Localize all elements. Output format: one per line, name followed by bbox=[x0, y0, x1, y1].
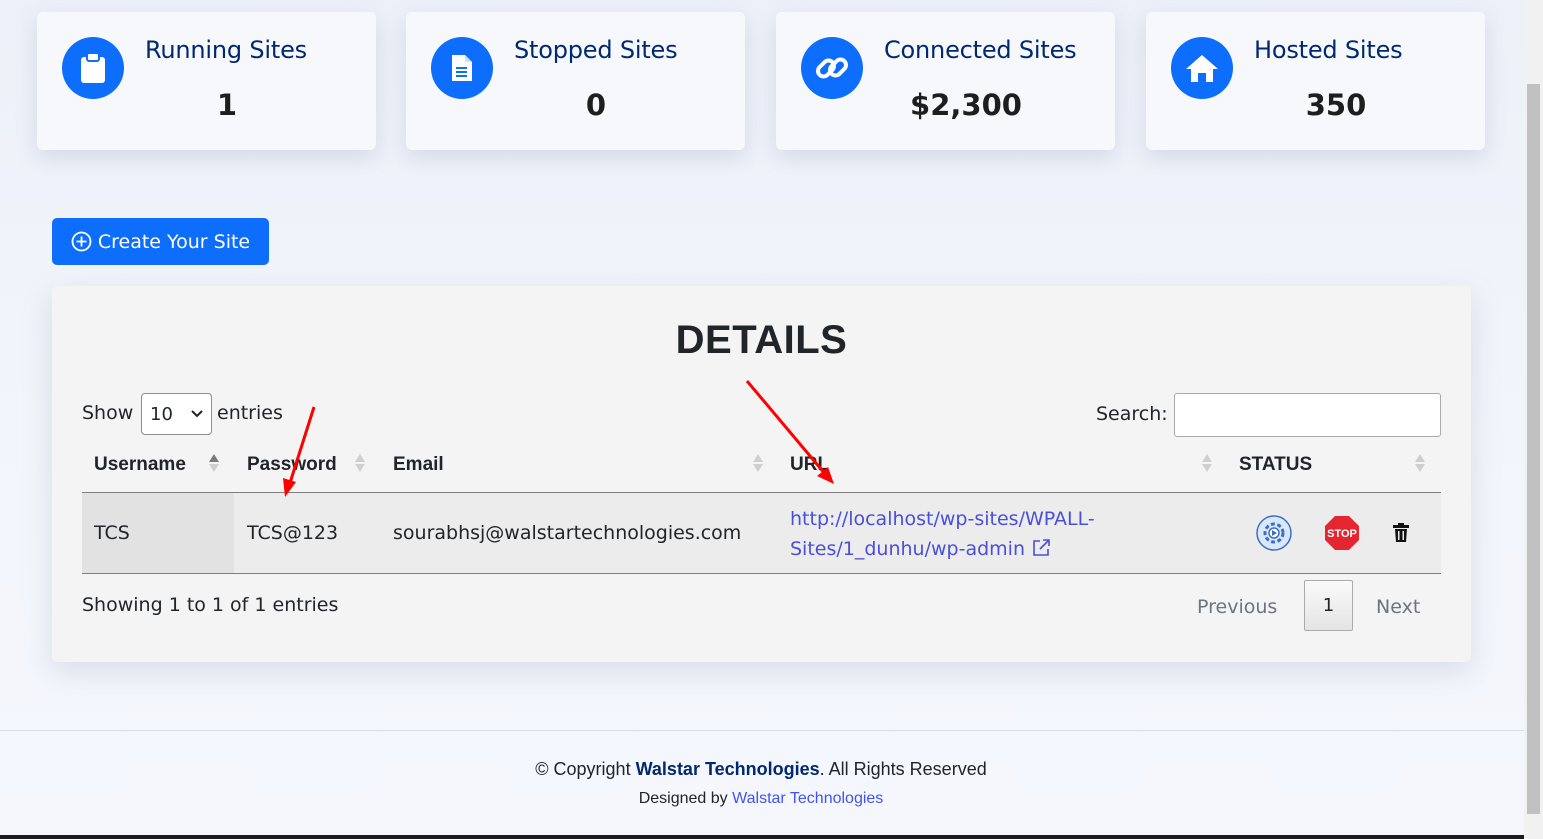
stat-card-connected: Connected Sites $2,300 bbox=[776, 12, 1115, 150]
scrollbar-thumb[interactable] bbox=[1527, 84, 1540, 814]
cell-email: sourabhsj@walstartechnologies.com bbox=[393, 522, 742, 544]
table-bottom-divider bbox=[82, 573, 1441, 574]
stat-title: Hosted Sites bbox=[1254, 36, 1403, 64]
column-header-username[interactable]: Username bbox=[94, 454, 186, 476]
clipboard-icon bbox=[62, 37, 124, 99]
stat-title: Stopped Sites bbox=[514, 36, 678, 64]
stat-title: Connected Sites bbox=[884, 36, 1077, 64]
cell-password: TCS@123 bbox=[247, 522, 339, 544]
entries-label: entries bbox=[217, 402, 283, 424]
designer-link[interactable]: Walstar Technologies bbox=[732, 790, 883, 807]
page-length-select[interactable]: 10 bbox=[141, 393, 212, 435]
designed-by-text: Designed by Walstar Technologies bbox=[0, 790, 1522, 808]
column-header-email[interactable]: Email bbox=[393, 454, 444, 476]
stop-site-icon[interactable]: STOP bbox=[1324, 515, 1360, 555]
svg-text:STOP: STOP bbox=[1327, 528, 1357, 540]
sort-icon[interactable] bbox=[753, 450, 763, 476]
sort-icon[interactable] bbox=[209, 450, 219, 476]
pagination-current-page[interactable]: 1 bbox=[1304, 580, 1353, 631]
restart-site-icon[interactable] bbox=[1255, 514, 1293, 556]
stat-card-stopped: Stopped Sites 0 bbox=[406, 12, 745, 150]
column-header-url[interactable]: URL bbox=[790, 454, 829, 476]
plus-circle-icon bbox=[71, 231, 92, 252]
show-label: Show bbox=[82, 402, 134, 424]
page-length-value: 10 bbox=[150, 403, 173, 425]
copyright-company: Walstar Technologies bbox=[635, 759, 820, 779]
window-bottom-edge bbox=[0, 835, 1524, 839]
stat-value: 350 bbox=[1305, 88, 1367, 122]
cell-username: TCS bbox=[94, 522, 130, 544]
details-panel: DETAILS Show 10 entries Search: Username… bbox=[52, 286, 1471, 662]
copyright-text: © Copyright Walstar Technologies. All Ri… bbox=[0, 759, 1522, 780]
copyright-rights: . All Rights Reserved bbox=[819, 759, 987, 779]
create-site-label: Create Your Site bbox=[97, 230, 251, 253]
site-url-line-2: Sites/1_dunhu/wp-admin bbox=[790, 538, 1025, 560]
site-url-line-1: http://localhost/wp-sites/WPALL- bbox=[790, 508, 1095, 530]
details-title: DETAILS bbox=[675, 318, 848, 362]
sort-icon[interactable] bbox=[355, 450, 365, 476]
copyright-prefix: © Copyright bbox=[535, 759, 631, 779]
stat-card-hosted: Hosted Sites 350 bbox=[1146, 12, 1485, 150]
footer-divider bbox=[0, 730, 1524, 731]
stat-value: $2,300 bbox=[910, 88, 1022, 122]
site-url-link[interactable]: http://localhost/wp-sites/WPALL- Sites/1… bbox=[790, 504, 1210, 564]
table-info: Showing 1 to 1 of 1 entries bbox=[82, 594, 339, 616]
search-input[interactable] bbox=[1174, 393, 1441, 437]
stat-value: 1 bbox=[216, 88, 238, 122]
sort-icon[interactable] bbox=[1202, 450, 1212, 476]
create-site-button[interactable]: Create Your Site bbox=[52, 218, 269, 265]
trash-icon[interactable] bbox=[1393, 523, 1409, 546]
search-label: Search: bbox=[1096, 403, 1168, 425]
link-icon bbox=[801, 37, 863, 99]
pagination-next[interactable]: Next bbox=[1376, 596, 1420, 618]
vertical-scrollbar[interactable] bbox=[1524, 0, 1543, 839]
chevron-down-icon bbox=[191, 410, 203, 418]
sort-icon[interactable] bbox=[1415, 450, 1425, 476]
home-icon bbox=[1171, 37, 1233, 99]
stat-value: 0 bbox=[585, 88, 607, 122]
document-icon bbox=[431, 37, 493, 99]
designed-by-label: Designed by bbox=[638, 790, 728, 807]
column-header-status[interactable]: STATUS bbox=[1239, 454, 1312, 476]
stat-title: Running Sites bbox=[145, 36, 307, 64]
external-link-icon bbox=[1033, 539, 1050, 556]
page-number: 1 bbox=[1322, 595, 1335, 616]
column-header-password[interactable]: Password bbox=[247, 454, 337, 476]
stat-card-running: Running Sites 1 bbox=[37, 12, 376, 150]
pagination-previous[interactable]: Previous bbox=[1197, 596, 1277, 618]
